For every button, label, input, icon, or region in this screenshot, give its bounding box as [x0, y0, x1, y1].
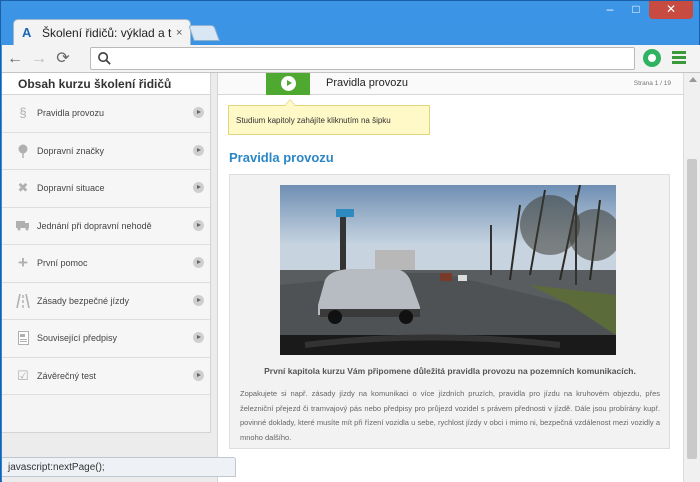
play-icon [281, 76, 296, 91]
chapter-title: Pravidla provozu [326, 77, 408, 89]
browser-window: – □ ✕ A Školení řidičů: výklad a tes × ←… [0, 0, 700, 482]
site-favicon-icon: A [22, 24, 32, 40]
sign-icon [16, 144, 30, 158]
sidebar-item-label: První pomoc [37, 258, 88, 269]
chevron-right-icon [193, 144, 204, 156]
truck-icon [16, 219, 30, 233]
chevron-right-icon [193, 332, 204, 343]
window-controls: – □ ✕ [597, 1, 693, 19]
checkbox-icon: ☑ [17, 367, 29, 383]
browser-tab[interactable]: A Školení řidičů: výklad a tes × [13, 19, 191, 45]
sidebar-item-prvni-pomoc[interactable]: + První pomoc [2, 245, 210, 283]
sidebar-item-jednani-pri-nehode[interactable]: Jednání při dopravní nehodě [2, 207, 210, 245]
section-heading: Pravidla provozu [229, 150, 334, 165]
sidebar-title: Obsah kurzu školení řidičů [2, 73, 210, 95]
page-counter: Strana 1 / 19 [633, 80, 671, 87]
sidebar-item-pravidla-provozu[interactable]: § Pravidla provozu [2, 95, 210, 133]
sidebar-item-souvisejici-predpisy[interactable]: Související předpisy [2, 320, 210, 358]
plus-icon: + [18, 253, 28, 273]
tab-title: Školení řidičů: výklad a tes [42, 25, 172, 40]
sidebar-item-label: Související předpisy [37, 333, 118, 344]
new-tab-button[interactable] [188, 25, 220, 41]
minimize-button[interactable]: – [597, 1, 623, 19]
sidebar-item-label: Pravidla provozu [37, 108, 105, 119]
document-icon [16, 331, 30, 346]
back-button[interactable]: ← [4, 48, 26, 70]
scroll-thumb[interactable] [687, 159, 697, 459]
forward-button[interactable]: → [28, 48, 50, 70]
chevron-right-icon [193, 294, 204, 306]
browser-toolbar: ← → ⟳ [2, 45, 700, 73]
course-sidebar: Obsah kurzu školení řidičů § Pravidla pr… [2, 73, 211, 433]
menu-icon[interactable] [672, 51, 686, 65]
road-icon [16, 293, 30, 308]
page-viewport: Obsah kurzu školení řidičů § Pravidla pr… [2, 73, 700, 482]
scroll-up-icon[interactable] [689, 77, 697, 82]
chevron-right-icon [193, 369, 204, 381]
cross-icon: ✖ [17, 180, 29, 196]
tab-close-icon[interactable]: × [176, 27, 182, 39]
road-photo [280, 185, 616, 355]
chapter-body-text: Zopakujete si např. zásady jízdy na komu… [240, 389, 660, 442]
start-chapter-button[interactable] [266, 73, 310, 95]
chapter-header: Pravidla provozu Strana 1 / 19 [218, 73, 683, 95]
close-window-button[interactable]: ✕ [649, 1, 693, 19]
address-bar[interactable] [90, 47, 635, 70]
sidebar-item-label: Jednání při dopravní nehodě [37, 220, 152, 231]
chapter-intro-text: První kapitola kurzu Vám připomene důlež… [264, 366, 636, 376]
chevron-right-icon [193, 257, 204, 268]
chevron-right-icon [193, 219, 204, 231]
reload-button[interactable]: ⟳ [52, 48, 74, 70]
status-bar-url: javascript:nextPage(); [2, 457, 236, 477]
chevron-right-icon [193, 182, 204, 193]
sidebar-item-zaverecny-test[interactable]: ☑ Závěrečný test [2, 357, 210, 395]
maximize-button[interactable]: □ [623, 1, 649, 19]
sidebar-item-zasady-bezpecne-jizdy[interactable]: Zásady bezpečné jízdy [2, 282, 210, 320]
sidebar-item-label: Dopravní značky [37, 145, 105, 156]
chevron-right-icon [193, 107, 204, 118]
sidebar-item-label: Dopravní situace [37, 183, 105, 194]
page-scrollbar[interactable] [683, 73, 700, 482]
sidebar-item-label: Závěrečný test [37, 370, 97, 381]
search-icon [98, 52, 111, 65]
chapter-intro-box: První kapitola kurzu Vám připomene důlež… [229, 174, 670, 449]
sidebar-item-dopravni-situace[interactable]: ✖ Dopravní situace [2, 170, 210, 208]
sidebar-item-label: Zásady bezpečné jízdy [37, 295, 130, 306]
extension-icon[interactable] [643, 49, 661, 67]
start-hint-tooltip: Studium kapitoly zahájíte kliknutím na š… [228, 99, 430, 135]
paragraph-icon: § [19, 105, 27, 121]
sidebar-item-dopravni-znacky[interactable]: Dopravní značky [2, 132, 210, 170]
main-content: Pravidla provozu Strana 1 / 19 Studium k… [217, 73, 683, 482]
